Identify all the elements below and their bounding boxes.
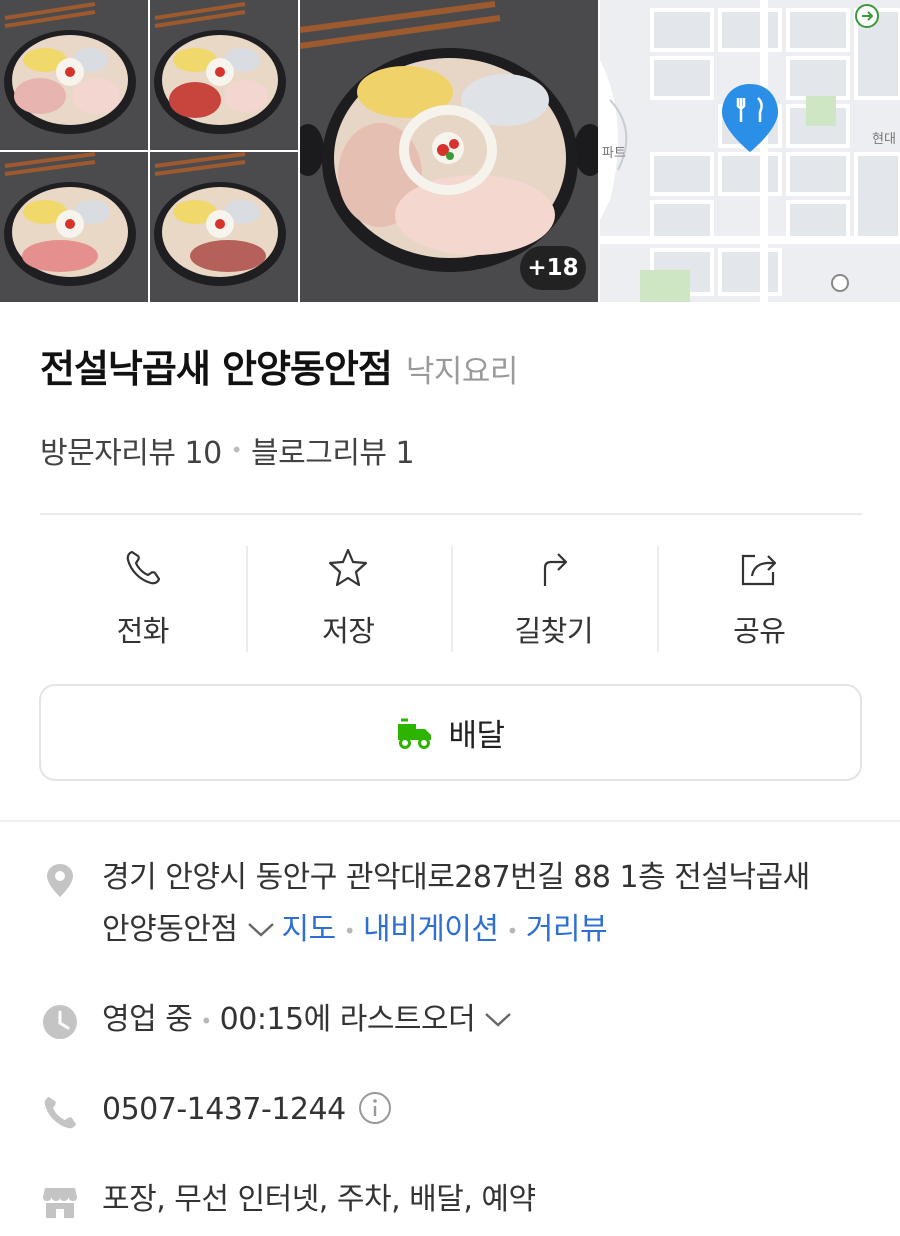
save-button[interactable]: 저장 [245, 540, 452, 656]
dot-separator: • [343, 918, 356, 943]
section-divider [0, 820, 900, 822]
share-icon [742, 554, 777, 586]
map-label-right: 현대 [872, 132, 896, 147]
save-label: 저장 [322, 614, 375, 648]
location-pin-icon [47, 864, 73, 897]
amenities-text: 포장, 무선 인터넷, 주차, 배달, 예약 [102, 1182, 536, 1217]
review-summary: 방문자리뷰 10 • 블로그리뷰 1 [40, 428, 415, 472]
food-photo-1[interactable] [0, 0, 148, 150]
action-bar: 전화 저장 길찾기 공유 [40, 540, 862, 656]
delivery-label: 배달 [448, 718, 505, 754]
street-view-link[interactable]: 거리뷰 [526, 912, 608, 947]
phone-number[interactable]: 0507-1437-1244 [102, 1092, 346, 1127]
map-label-left: 파트 [602, 146, 626, 161]
call-label: 전화 [116, 614, 170, 648]
delivery-button[interactable]: 배달 [39, 684, 862, 781]
open-status: 영업 중 [102, 1002, 193, 1037]
place-name: 전설낙곱새 안양동안점 [40, 347, 393, 391]
chevron-down-icon[interactable] [483, 1009, 513, 1029]
food-photo-main[interactable]: +18 [300, 0, 598, 302]
last-order-text: 00:15에 라스트오더 [219, 1002, 476, 1037]
review-separator: • [230, 438, 243, 462]
dot-separator: • [200, 1008, 212, 1033]
place-title-row: 전설낙곱새 안양동안점 낙지요리 [40, 338, 518, 393]
photo-gallery: +18 파트 현대 [0, 0, 900, 302]
clock-icon [43, 1005, 77, 1039]
dot-separator: • [506, 918, 519, 943]
food-photo-4[interactable] [150, 152, 298, 302]
directions-button[interactable]: 길찾기 [451, 540, 657, 656]
map-thumbnail[interactable]: 파트 현대 [600, 0, 900, 302]
directions-icon [543, 553, 567, 586]
call-button[interactable]: 전화 [40, 540, 246, 656]
food-photo-3[interactable] [0, 152, 148, 302]
divider [40, 513, 862, 515]
blog-reviews-link[interactable]: 블로그리뷰 1 [251, 428, 415, 472]
address-row: 경기 안양시 동안구 관악대로287번길 88 1층 전설낙곱새 안양동안점 지도… [40, 858, 870, 957]
map-link[interactable]: 지도 [282, 912, 337, 947]
info-icon[interactable] [358, 1091, 392, 1125]
directions-label: 길찾기 [514, 614, 594, 648]
share-button[interactable]: 공유 [656, 540, 863, 656]
amenities-row: 포장, 무선 인터넷, 주차, 배달, 예약 [40, 1180, 870, 1226]
food-photo-2[interactable] [150, 0, 298, 150]
visitor-reviews-link[interactable]: 방문자리뷰 10 [40, 428, 222, 472]
share-label: 공유 [733, 614, 786, 648]
hours-row: 영업 중 • 00:15에 라스트오더 [40, 1000, 870, 1047]
store-icon [43, 1188, 77, 1218]
phone-icon [44, 1097, 76, 1129]
more-photos-badge[interactable]: +18 [520, 246, 586, 290]
chevron-down-icon[interactable] [246, 919, 276, 939]
place-category: 낙지요리 [405, 354, 519, 390]
star-icon [329, 548, 368, 587]
phone-row: 0507-1437-1244 [40, 1090, 870, 1136]
phone-icon [126, 550, 160, 585]
delivery-truck-icon [398, 718, 432, 749]
navigation-link[interactable]: 내비게이션 [363, 912, 499, 947]
